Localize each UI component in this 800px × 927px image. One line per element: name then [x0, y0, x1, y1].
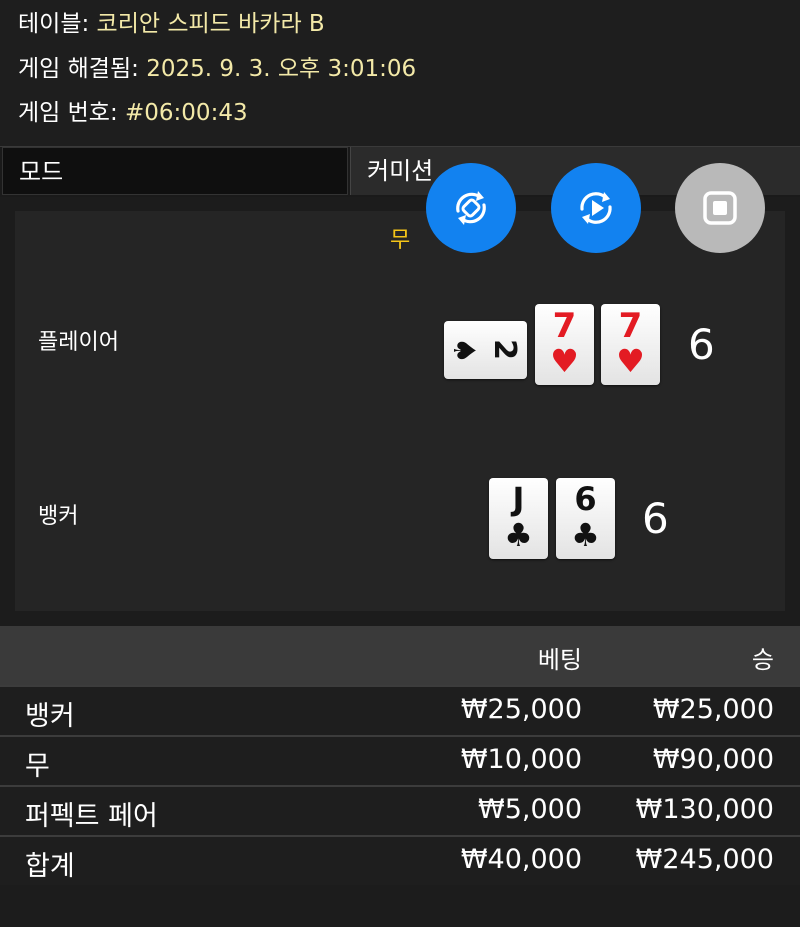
- resolved-value: 2025. 9. 3. 오후 3:01:06: [146, 56, 417, 82]
- heart-icon: ♥: [550, 342, 579, 380]
- bet-amount: ₩25,000: [460, 694, 582, 725]
- bet-name: 무: [25, 751, 50, 782]
- club-icon: ♣: [504, 516, 533, 554]
- player-label: 플레이어: [38, 330, 119, 355]
- banker-card-2: 6 ♣: [556, 478, 615, 559]
- table-row: 뱅커 ₩25,000 ₩25,000: [0, 685, 800, 735]
- game-number-value: #06:00:43: [125, 100, 248, 126]
- bet-amount: ₩10,000: [460, 744, 582, 775]
- player-card-1: ♠ 2: [444, 321, 527, 379]
- player-score: 6: [688, 320, 715, 369]
- game-number-info: 게임 번호: #06:00:43: [18, 93, 248, 127]
- result-label: 무: [390, 228, 411, 253]
- stop-button[interactable]: [675, 163, 765, 253]
- player-card-3: 7 ♥: [601, 304, 660, 385]
- bets-table-header: 베팅 승: [0, 626, 800, 686]
- bet-amount: ₩5,000: [478, 794, 582, 825]
- bet-name: 뱅커: [25, 701, 75, 732]
- win-amount: ₩90,000: [652, 744, 774, 775]
- table-row: 퍼펙트 페어 ₩5,000 ₩130,000: [0, 785, 800, 835]
- win-column-header: 승: [751, 646, 774, 674]
- heart-icon: ♥: [616, 342, 645, 380]
- total-bet: ₩40,000: [460, 844, 582, 875]
- sync-button[interactable]: [426, 163, 516, 253]
- table-label: 테이블:: [18, 11, 90, 37]
- card-rank: 6: [574, 480, 597, 518]
- win-amount: ₩130,000: [635, 794, 774, 825]
- total-win: ₩245,000: [635, 844, 774, 875]
- banker-label: 뱅커: [38, 504, 79, 529]
- bottom-spacer: [0, 885, 800, 927]
- sync-icon: [456, 191, 486, 225]
- stop-icon: [703, 191, 737, 225]
- card-rank: 2: [487, 339, 523, 360]
- game-info-panel: 테이블: 코리안 스피드 바카라 B 게임 해결됨: 2025. 9. 3. 오…: [0, 0, 800, 147]
- resolved-label: 게임 해결됨:: [18, 56, 139, 82]
- game-number-label: 게임 번호:: [18, 100, 118, 126]
- banker-card-1: J ♣: [489, 478, 548, 559]
- banker-score: 6: [642, 494, 669, 543]
- bet-name: 퍼펙트 페어: [25, 801, 158, 832]
- win-amount: ₩25,000: [652, 694, 774, 725]
- replay-icon: [580, 192, 612, 224]
- table-row: 무 ₩10,000 ₩90,000: [0, 735, 800, 785]
- table-value: 코리안 스피드 바카라 B: [96, 11, 325, 37]
- spade-icon: ♠: [445, 337, 481, 364]
- club-icon: ♣: [571, 516, 600, 554]
- bet-column-header: 베팅: [537, 646, 582, 674]
- card-rank: 7: [618, 306, 643, 346]
- total-row: 합계 ₩40,000 ₩245,000: [0, 835, 800, 885]
- player-card-2: 7 ♥: [535, 304, 594, 385]
- card-rank: J: [512, 480, 525, 518]
- card-board: [15, 211, 785, 611]
- table-info: 테이블: 코리안 스피드 바카라 B: [18, 4, 325, 38]
- mode-label: 모드: [2, 147, 348, 195]
- card-rank: 7: [552, 306, 577, 346]
- replay-button[interactable]: [551, 163, 641, 253]
- resolved-info: 게임 해결됨: 2025. 9. 3. 오후 3:01:06: [18, 49, 416, 83]
- total-label: 합계: [25, 851, 75, 882]
